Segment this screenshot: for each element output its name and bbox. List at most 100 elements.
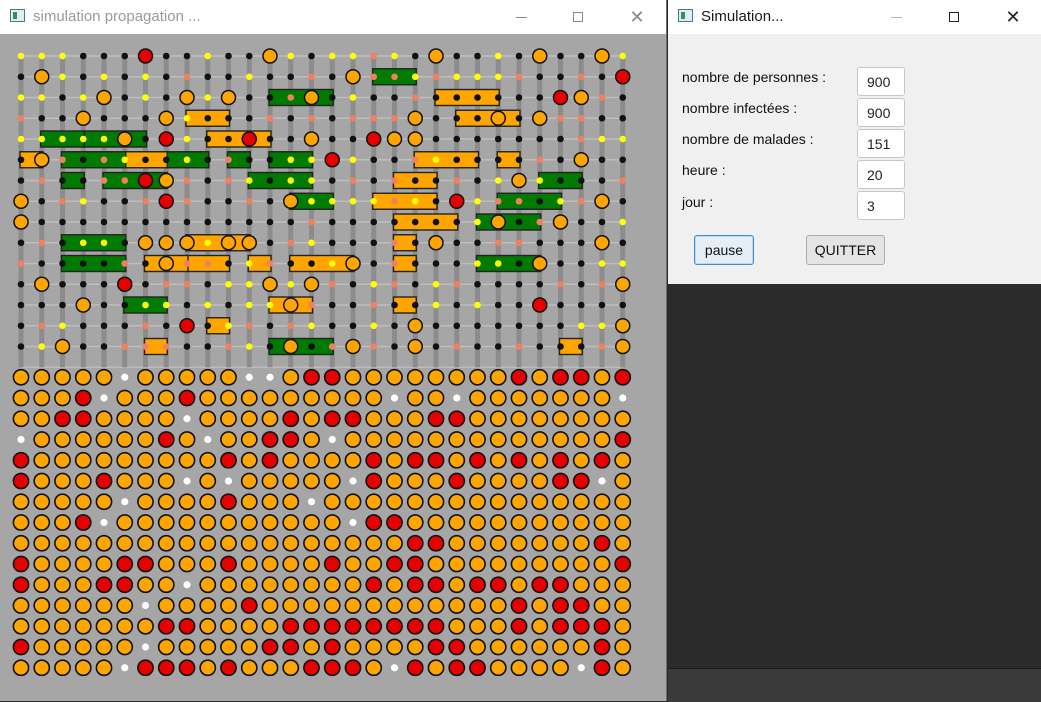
sick-person [12, 472, 30, 490]
minimize-button[interactable] [873, 0, 919, 34]
infected-person [303, 472, 320, 490]
sick-person [12, 451, 30, 469]
sick-person [12, 638, 30, 656]
infected-person [240, 431, 258, 448]
node-black [225, 73, 232, 81]
healthy-person [100, 518, 108, 527]
node-black [536, 73, 544, 81]
infected-person [594, 48, 610, 64]
quit-button[interactable]: QUITTER [806, 235, 885, 265]
maximize-button[interactable] [931, 0, 977, 34]
minimize-button[interactable] [498, 0, 544, 34]
infected-person [199, 597, 217, 614]
infected-person [178, 597, 196, 614]
infected-person [406, 410, 424, 428]
infected-person [406, 431, 424, 448]
sick-person [137, 48, 154, 64]
node-black [619, 301, 627, 309]
title-bar[interactable]: simulation propagation ... ✕ [0, 0, 666, 34]
node-black [225, 135, 232, 143]
infected-person [74, 576, 92, 594]
node-salmon [349, 114, 357, 122]
node-black [619, 239, 627, 247]
infected-person [448, 493, 466, 511]
building-orange [413, 151, 480, 169]
infected-person [489, 555, 507, 573]
pause-button[interactable]: pause [694, 235, 754, 265]
infected-person [531, 472, 549, 490]
infected-person [240, 410, 258, 428]
building-green [496, 192, 563, 210]
infected-person [572, 451, 590, 469]
infected-person [116, 617, 134, 635]
node-black [100, 260, 108, 267]
jour-field[interactable]: 3 [857, 191, 905, 220]
heure-field[interactable]: 20 [857, 160, 905, 189]
node-salmon [494, 239, 502, 247]
node-black [453, 239, 461, 247]
healthy-person [598, 477, 606, 485]
healthy-person [183, 477, 191, 485]
node-yellow [432, 156, 440, 164]
infected-person [12, 368, 30, 386]
infected-person [323, 534, 341, 552]
close-button[interactable]: ✕ [990, 0, 1036, 34]
infected-person [531, 659, 549, 677]
node-yellow [287, 280, 295, 288]
infected-person [386, 597, 403, 614]
node-salmon [142, 197, 149, 205]
node-black [432, 322, 440, 330]
building-green [60, 151, 127, 169]
infected-person [137, 534, 154, 552]
infectees-field[interactable]: 900 [857, 98, 905, 127]
infected-person [178, 638, 196, 656]
sick-person [531, 576, 549, 594]
infected-person [552, 493, 569, 511]
infected-person [572, 638, 590, 656]
building-orange [289, 254, 355, 273]
infected-person [407, 110, 423, 126]
infected-person [116, 472, 134, 490]
infected-person [178, 431, 196, 448]
infected-person [220, 534, 237, 552]
title-bar[interactable]: Simulation... ✕ [668, 0, 1041, 34]
infected-person [117, 131, 133, 147]
node-black [515, 280, 523, 288]
node-black [17, 301, 25, 309]
close-button[interactable]: ✕ [614, 0, 660, 34]
infected-person [261, 597, 279, 614]
node-yellow [204, 94, 212, 101]
sick-person [593, 451, 611, 469]
maximize-button[interactable] [555, 0, 601, 34]
sick-person [614, 431, 632, 448]
node-yellow [17, 135, 25, 143]
infected-person [552, 514, 569, 531]
infected-person [531, 368, 549, 386]
infected-person [323, 514, 341, 531]
infected-person [282, 368, 300, 386]
node-black [619, 94, 627, 101]
infected-person [469, 389, 486, 407]
infected-person [199, 555, 217, 573]
node-black [245, 52, 253, 60]
infected-person [282, 472, 300, 490]
node-black [79, 156, 87, 164]
infected-person [240, 659, 258, 677]
infected-person [614, 514, 632, 531]
node-black [100, 114, 108, 122]
infected-person [220, 638, 237, 656]
sick-person [137, 555, 154, 573]
personnes-field[interactable]: 900 [857, 67, 905, 96]
infected-person [365, 368, 383, 386]
infected-person [573, 89, 589, 106]
infected-person [323, 451, 341, 469]
infected-person [489, 493, 507, 511]
infected-person [448, 597, 466, 614]
infected-person [386, 638, 403, 656]
node-black [494, 94, 502, 101]
node-black [328, 322, 336, 330]
malades-field[interactable]: 151 [857, 129, 905, 158]
infected-person [116, 534, 134, 552]
sick-person [572, 472, 590, 490]
node-yellow [308, 156, 315, 164]
